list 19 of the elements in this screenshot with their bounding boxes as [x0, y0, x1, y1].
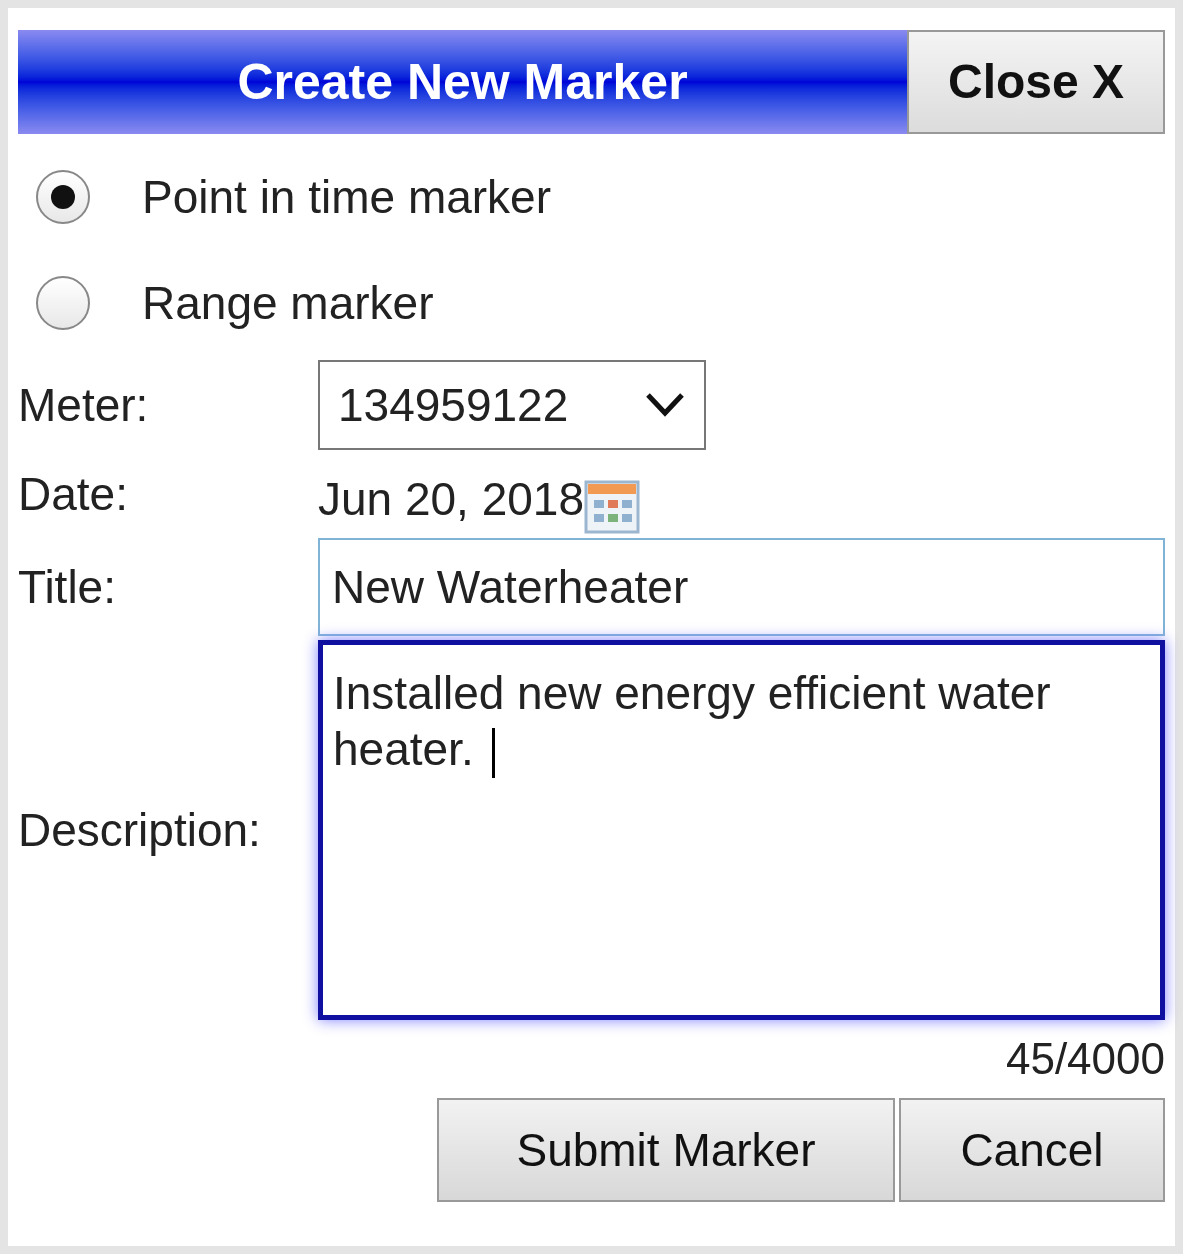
dialog-title: Create New Marker: [236, 52, 689, 112]
field-label: Description:: [18, 802, 261, 858]
field-label: Date:: [18, 466, 128, 522]
cancel-button[interactable]: Cancel: [899, 1098, 1165, 1202]
radio-label: Range marker: [142, 275, 434, 331]
radio-label: Point in time marker: [142, 169, 551, 225]
chevron-down-icon: [644, 391, 686, 419]
submit-button[interactable]: Submit Marker: [437, 1098, 895, 1202]
meter-select[interactable]: 134959122: [318, 360, 706, 450]
character-count: 45/4000: [1005, 1033, 1165, 1085]
calendar-icon[interactable]: [584, 480, 640, 534]
title-field[interactable]: New Waterheater: [318, 538, 1165, 636]
field-label: Meter:: [18, 377, 149, 433]
date-value: Jun 20, 2018: [318, 476, 584, 522]
field-label: Title:: [18, 559, 116, 615]
radio-button[interactable]: [36, 170, 90, 224]
radio-button[interactable]: [36, 276, 90, 330]
close-button[interactable]: Close X: [907, 30, 1165, 134]
description-field[interactable]: Installed new energy efficient water heater.: [318, 640, 1165, 1020]
